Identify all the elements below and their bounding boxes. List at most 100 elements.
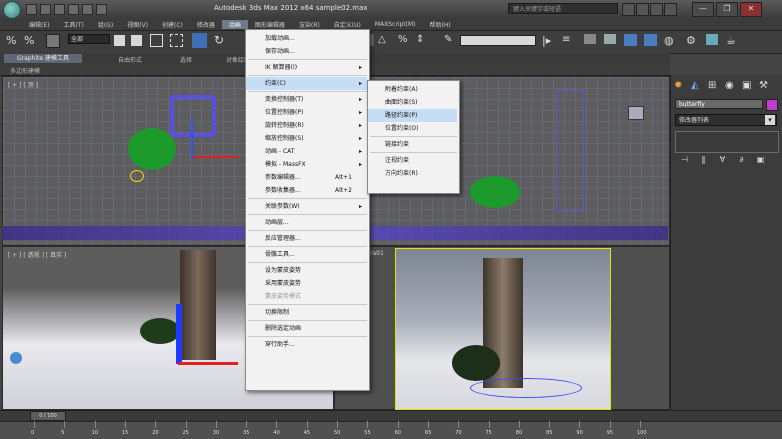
make-unique-icon[interactable]: ∀ bbox=[716, 154, 729, 165]
bind-space-warp-icon[interactable] bbox=[46, 34, 60, 48]
align-icon[interactable]: ≡ bbox=[562, 34, 576, 48]
redo-icon[interactable] bbox=[82, 4, 93, 15]
create-tab-icon[interactable]: ✸ bbox=[674, 80, 687, 93]
menu-animation[interactable]: 动画 bbox=[221, 19, 248, 29]
constraint-menu-item[interactable]: 位置约束(O) bbox=[368, 122, 457, 135]
maximize-button[interactable]: ❐ bbox=[716, 2, 738, 17]
new-file-icon[interactable] bbox=[26, 4, 37, 15]
animation-menu-item[interactable]: 穿行助手... bbox=[246, 338, 367, 351]
display-tab-icon[interactable]: ▣ bbox=[742, 80, 755, 93]
animation-menu-item[interactable]: 骨骼工具... bbox=[246, 248, 367, 261]
viewcube-icon[interactable] bbox=[628, 106, 644, 120]
graphite-toggle-icon[interactable] bbox=[604, 34, 616, 44]
tree-model[interactable] bbox=[140, 318, 180, 344]
search-input[interactable]: 键入关键字或短语 bbox=[508, 3, 618, 14]
camera-gizmo[interactable] bbox=[170, 95, 216, 137]
time-slider-handle[interactable]: 0 / 100 bbox=[30, 411, 66, 421]
animation-menu-item[interactable]: 位置控制器(P) ▸ bbox=[246, 106, 367, 119]
menu-create[interactable]: 创建(C) bbox=[155, 20, 190, 29]
angle-snap-icon[interactable]: △ bbox=[378, 34, 392, 48]
selection-filter-dropdown[interactable]: 全部 bbox=[68, 34, 110, 44]
tree-foliage-right-shape[interactable] bbox=[470, 176, 520, 208]
viewport-top-label[interactable]: [ + ] [ 顶 ] bbox=[8, 80, 38, 89]
animation-menu-item[interactable]: 旋转控制器(R) ▸ bbox=[246, 119, 367, 132]
menu-help[interactable]: 帮助(H) bbox=[423, 20, 458, 29]
animation-menu-item[interactable]: 模拟 - MassFX ▸ bbox=[246, 158, 367, 171]
menu-group[interactable]: 组(G) bbox=[91, 20, 120, 29]
unlink-icon[interactable]: % bbox=[24, 34, 38, 48]
tab-freeform[interactable]: 自由形式 bbox=[118, 55, 142, 64]
animation-menu-item[interactable]: 设为蒙皮姿势 bbox=[246, 264, 367, 277]
communication-center-icon[interactable] bbox=[636, 3, 649, 16]
object-name-field[interactable]: butterfly bbox=[675, 99, 763, 109]
tree-render[interactable] bbox=[452, 345, 500, 381]
modifier-list-dropdown[interactable]: 修改器列表 bbox=[675, 114, 777, 126]
animation-menu-item[interactable]: 缩放控制器(S) ▸ bbox=[246, 132, 367, 145]
object-color-swatch[interactable] bbox=[766, 99, 778, 111]
tab-selection[interactable]: 选择 bbox=[180, 55, 192, 64]
save-file-icon[interactable] bbox=[54, 4, 65, 15]
search-icon[interactable] bbox=[622, 3, 635, 16]
curve-editor-icon[interactable] bbox=[624, 34, 637, 46]
animation-menu-item[interactable]: 切换限制 bbox=[246, 306, 367, 319]
animation-menu-item[interactable]: 参数收集器... Alt+2 bbox=[246, 184, 367, 197]
animation-menu-item[interactable]: 关联参数(W) ▸ bbox=[246, 200, 367, 213]
track-bar[interactable] bbox=[0, 421, 782, 439]
help-icon[interactable] bbox=[664, 3, 677, 16]
menu-maxscript[interactable]: MAXScript(M) bbox=[368, 21, 423, 28]
undo-icon[interactable] bbox=[68, 4, 79, 15]
rectangle-selection-icon[interactable] bbox=[150, 34, 163, 47]
animation-menu-item[interactable]: 变换控制器(T) ▸ bbox=[246, 93, 367, 106]
tab-graphite-modeling[interactable]: Graphite 建模工具 bbox=[4, 54, 82, 63]
menu-customize[interactable]: 自定义(U) bbox=[327, 20, 368, 29]
animation-menu-item[interactable]: 反应管理器... bbox=[246, 232, 367, 245]
material-editor-icon[interactable]: ◍ bbox=[664, 34, 678, 48]
rendered-frame-window-icon[interactable] bbox=[706, 34, 718, 45]
viewport-perspective-label[interactable]: [ + ] [ 透视 ] [ 真实 ] bbox=[8, 250, 66, 259]
time-slider[interactable] bbox=[0, 410, 782, 421]
animation-menu-item[interactable]: 动画 - CAT ▸ bbox=[246, 145, 367, 158]
configure-modifier-sets-icon[interactable]: ▣ bbox=[754, 154, 767, 165]
constraint-menu-item[interactable]: 曲面约束(S) bbox=[368, 96, 457, 109]
schematic-view-icon[interactable] bbox=[644, 34, 657, 46]
utilities-tab-icon[interactable]: ⚒ bbox=[759, 80, 772, 93]
motion-tab-icon[interactable]: ◉ bbox=[725, 80, 738, 93]
select-rotate-icon[interactable]: ↻ bbox=[214, 33, 228, 47]
mirror-icon[interactable]: |▸ bbox=[542, 34, 556, 48]
show-end-result-icon[interactable]: ‖ bbox=[697, 154, 710, 165]
select-move-icon[interactable] bbox=[192, 33, 207, 48]
tower-wireframe[interactable] bbox=[556, 90, 584, 212]
layer-manager-icon[interactable] bbox=[584, 34, 596, 44]
viewport-camera-label[interactable]: ra01 bbox=[370, 250, 384, 257]
animation-menu-item[interactable]: 参数编辑器... Alt+1 bbox=[246, 171, 367, 184]
animation-menu-item[interactable]: 约束(C) ▸ bbox=[246, 77, 367, 90]
menu-tools[interactable]: 工具(T) bbox=[56, 20, 90, 29]
link-icon[interactable]: % bbox=[6, 34, 20, 48]
constraint-menu-item[interactable]: 附着约束(A) bbox=[368, 83, 457, 96]
minimize-button[interactable]: — bbox=[692, 2, 714, 17]
named-selection-dropdown[interactable] bbox=[460, 35, 536, 46]
butterfly-marker[interactable] bbox=[130, 170, 144, 182]
menu-graph-editors[interactable]: 图形编辑器 bbox=[248, 20, 292, 29]
menu-rendering[interactable]: 渲染(R) bbox=[292, 20, 327, 29]
animation-menu-item[interactable]: 蒙皮姿势模式 bbox=[246, 290, 367, 303]
open-file-icon[interactable] bbox=[40, 4, 51, 15]
spinner-snap-icon[interactable]: ⇕ bbox=[416, 34, 430, 48]
modifier-stack[interactable] bbox=[675, 131, 779, 153]
animation-menu-item[interactable]: IK 解算器(I) ▸ bbox=[246, 61, 367, 74]
path-spline[interactable] bbox=[470, 378, 582, 398]
tower-model[interactable] bbox=[180, 250, 216, 360]
menu-edit[interactable]: 编辑(E) bbox=[22, 20, 56, 29]
constraint-menu-item[interactable]: 链接约束 bbox=[368, 138, 457, 151]
hierarchy-tab-icon[interactable]: ⊞ bbox=[708, 80, 721, 93]
menu-views[interactable]: 视图(V) bbox=[120, 20, 155, 29]
select-object-icon[interactable] bbox=[114, 35, 125, 46]
select-by-name-icon[interactable] bbox=[131, 35, 142, 46]
render-production-icon[interactable]: ☕ bbox=[726, 34, 740, 48]
window-crossing-icon[interactable] bbox=[170, 34, 183, 47]
animation-menu-item[interactable]: 动画层... bbox=[246, 216, 367, 229]
render-setup-icon[interactable]: ⚙ bbox=[686, 34, 700, 48]
modify-tab-icon[interactable]: ◭ bbox=[691, 80, 704, 93]
app-logo-icon[interactable] bbox=[3, 1, 21, 19]
remove-modifier-icon[interactable]: ∂ bbox=[735, 154, 748, 165]
